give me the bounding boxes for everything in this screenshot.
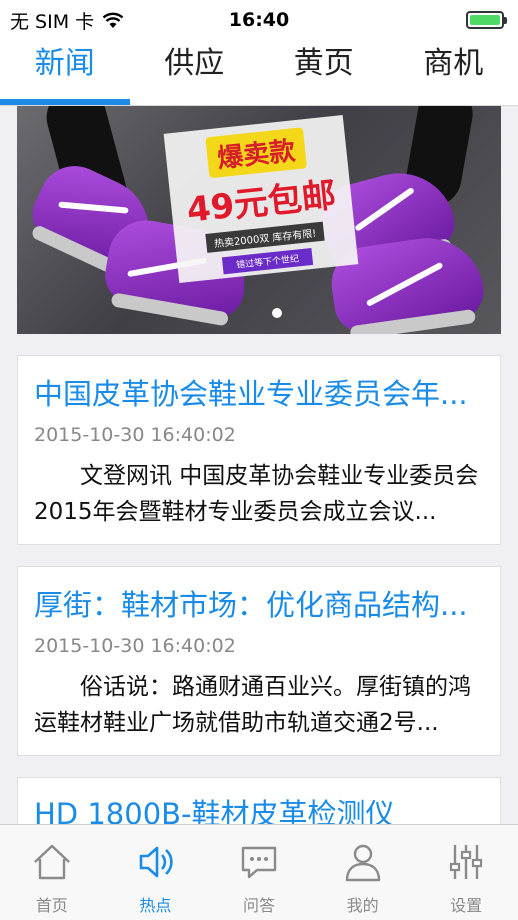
promo-tag: 错过等下个世纪 bbox=[221, 248, 314, 275]
battery-icon bbox=[466, 11, 507, 29]
promo-banner[interactable]: 爆卖款 49元包邮 热卖2000双 库存有限! 错过等下个世纪 bbox=[17, 106, 501, 334]
news-summary: 文登网讯 中国皮革协会鞋业专业委员会2015年会暨鞋材专业委员会成立会议... bbox=[34, 463, 479, 525]
battery-level bbox=[470, 15, 500, 25]
nav-qa-label: 问答 bbox=[242, 896, 275, 915]
nav-settings[interactable]: 设置 bbox=[414, 825, 518, 920]
tab-supply[interactable]: 供应 bbox=[130, 40, 260, 105]
news-item[interactable]: 中国皮革协会鞋业专业委员会年... 2015-10-30 16:40:02 文登… bbox=[17, 355, 501, 545]
chat-icon bbox=[241, 846, 277, 879]
tab-yellow-pages[interactable]: 黄页 bbox=[259, 40, 389, 105]
wifi-icon bbox=[102, 12, 124, 28]
nav-hot[interactable]: 热点 bbox=[104, 825, 208, 920]
news-date: 2015-10-30 16:40:02 bbox=[34, 424, 236, 446]
nav-hot-label: 热点 bbox=[139, 896, 172, 915]
active-tab-indicator bbox=[0, 99, 130, 105]
nav-settings-label: 设置 bbox=[450, 896, 483, 915]
news-item[interactable]: 厚街：鞋材市场：优化商品结构... 2015-10-30 16:40:02 俗话… bbox=[17, 566, 501, 756]
promo-box: 爆卖款 49元包邮 热卖2000双 库存有限! 错过等下个世纪 bbox=[163, 115, 359, 283]
tab-business-opportunities[interactable]: 商机 bbox=[389, 40, 518, 105]
nav-home-label: 首页 bbox=[35, 896, 68, 915]
nav-mine-label: 我的 bbox=[346, 896, 379, 915]
status-left: 无 SIM 卡 bbox=[10, 7, 124, 34]
top-tab-bar: 新闻 供应 黄页 商机 bbox=[0, 40, 518, 106]
tab-news[interactable]: 新闻 bbox=[0, 40, 130, 105]
nav-home[interactable]: 首页 bbox=[0, 825, 104, 920]
nav-mine[interactable]: 我的 bbox=[311, 825, 415, 920]
news-title: 中国皮革协会鞋业专业委员会年... bbox=[34, 377, 468, 411]
settings-sliders-icon bbox=[450, 845, 483, 879]
news-title: 厚街：鞋材市场：优化商品结构... bbox=[34, 588, 468, 622]
carousel-page-dot[interactable] bbox=[272, 308, 282, 318]
news-summary: 俗话说：路通财通百业兴。厚街镇的鸿运鞋材鞋业广场就借助市轨道交通2号... bbox=[34, 674, 471, 736]
broadcast-icon bbox=[140, 846, 174, 878]
news-date: 2015-10-30 16:40:02 bbox=[34, 635, 236, 657]
status-bar: 无 SIM 卡 16:40 bbox=[0, 0, 518, 40]
nav-qa[interactable]: 问答 bbox=[207, 825, 311, 920]
home-icon bbox=[33, 844, 70, 880]
user-icon bbox=[345, 844, 380, 882]
carrier-label: 无 SIM 卡 bbox=[10, 10, 95, 33]
bottom-tab-bar: 首页 热点 问答 我的 设置 bbox=[0, 824, 518, 920]
